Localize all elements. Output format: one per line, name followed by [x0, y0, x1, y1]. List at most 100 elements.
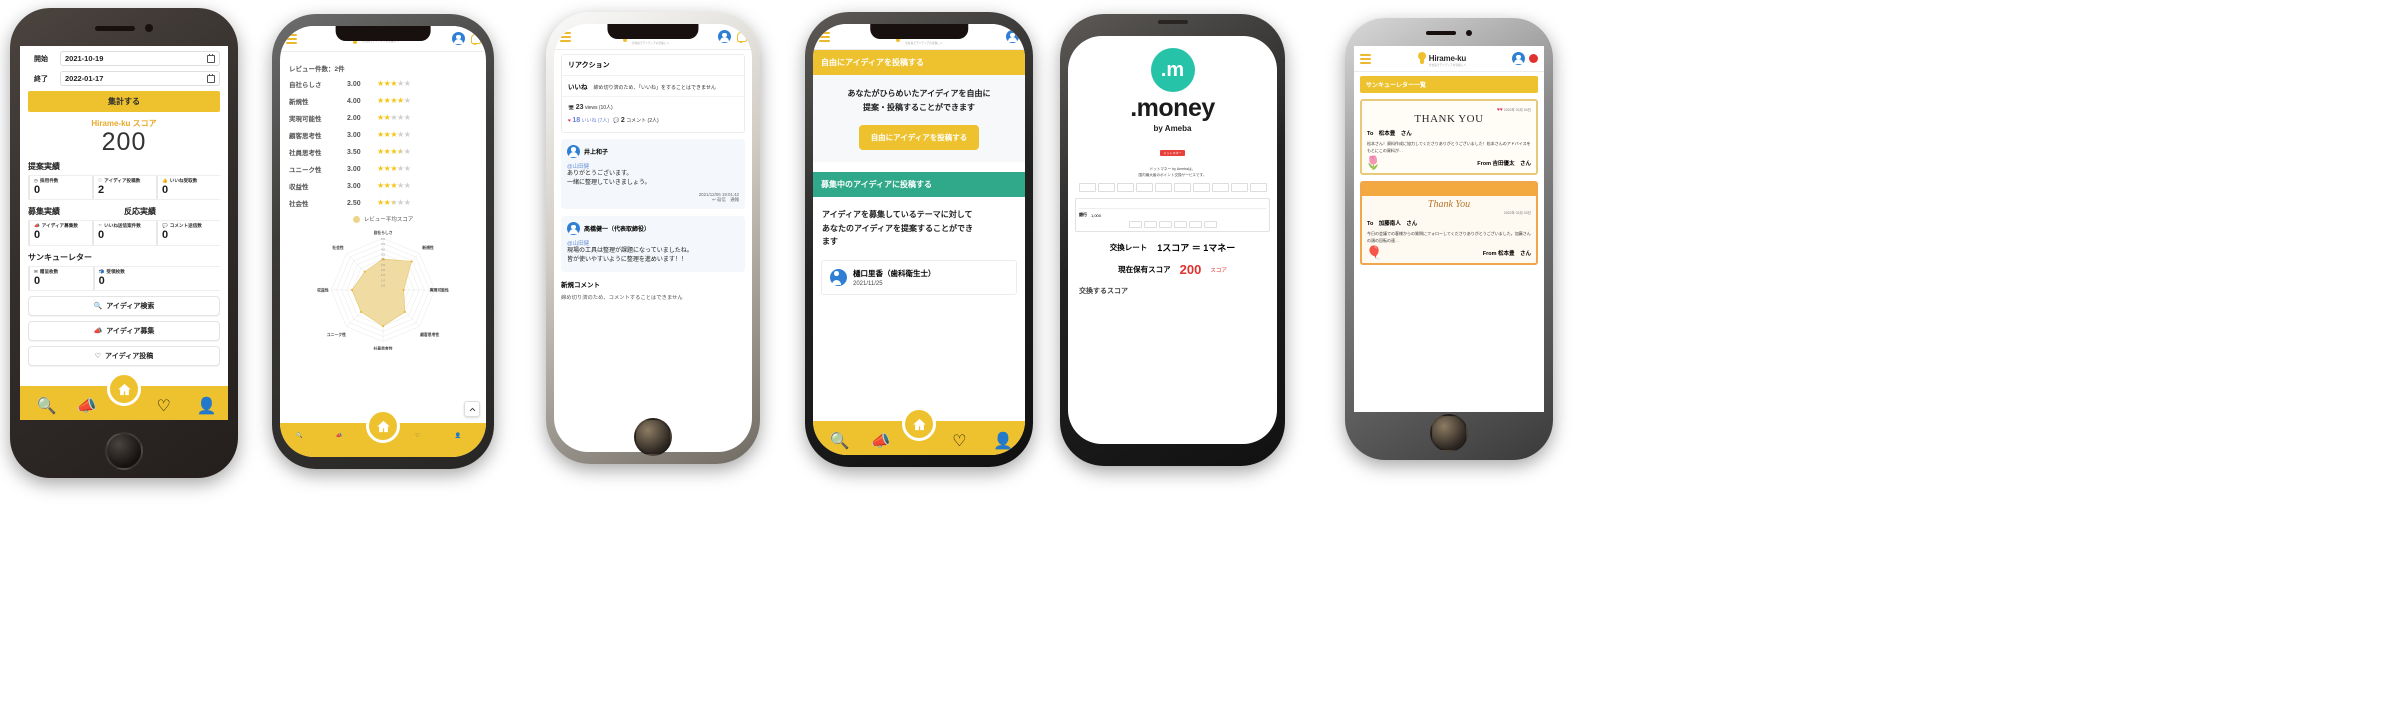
phone-1: 開始 2021-10-19 終了 2022-01-17 集計する Hirame-…: [10, 8, 238, 478]
calendar-icon[interactable]: [207, 73, 215, 83]
reply-icon[interactable]: ↩: [712, 197, 716, 202]
notification-badge-icon[interactable]: [1529, 54, 1538, 63]
ribbon-decoration: [1362, 183, 1536, 196]
like-row: いいね 締め切り済のため、「いいね」をすることはできません: [562, 76, 744, 97]
stat-cell: ☜ いいね送信案件数 0: [92, 221, 156, 245]
nav-search-icon[interactable]: 🔍: [296, 433, 311, 448]
exchange-rate-value: 1スコア ＝ 1マネー: [1157, 243, 1236, 254]
nav-person-icon[interactable]: 👤: [455, 433, 470, 448]
bell-icon[interactable]: [735, 31, 747, 43]
account-icon[interactable]: [1006, 30, 1019, 43]
menu-icon[interactable]: [560, 31, 571, 42]
post-idea-button[interactable]: ♡ アイディア投稿: [28, 345, 220, 366]
stat-label: いいね受取数: [169, 178, 198, 184]
partner-logo: [1173, 221, 1187, 229]
account-icon[interactable]: [1512, 52, 1525, 65]
menu-icon[interactable]: [819, 31, 830, 42]
review-name: 新規性: [289, 99, 309, 106]
menu-icon[interactable]: [286, 33, 297, 44]
nav-megaphone-icon[interactable]: 📣: [871, 431, 891, 450]
nav-person-icon[interactable]: 👤: [197, 396, 217, 415]
svg-text:2.5: 2.5: [381, 263, 385, 267]
brand-logo[interactable]: Hirame-ku 全社員でアイディアの宝探しへ: [1417, 49, 1466, 68]
phone-home-button[interactable]: [105, 432, 143, 470]
star-rating: ★ ★ ★ ★ ★: [377, 96, 411, 105]
start-date-input[interactable]: 2021-10-19: [60, 51, 220, 66]
comment-item: 髙橋健一（代表取締役） @山田健 現場の工具は整理が課題になっていましたね。 皆…: [561, 216, 745, 272]
comment-mention[interactable]: @山田健: [567, 239, 739, 247]
svg-text:ユニーク性: ユニーク性: [327, 332, 346, 337]
end-date-input[interactable]: 2022-01-17: [60, 71, 220, 86]
exchange-rate-row: 交換レート 1スコア ＝ 1マネー: [1075, 241, 1270, 254]
stat-cell: 👍 いいね受取数 0: [156, 176, 220, 200]
phone-home-button[interactable]: [634, 418, 672, 456]
heart-icon[interactable]: ♥: [568, 118, 571, 124]
review-row: 社会性 2.50 ★ ★ ★ ★ ★: [289, 198, 477, 209]
svg-text:1.0: 1.0: [381, 278, 385, 282]
views-icon: 🖥: [568, 105, 575, 111]
svg-text:社員思考性: 社員思考性: [372, 346, 392, 350]
phone-mockup-row: 開始 2021-10-19 終了 2022-01-17 集計する Hirame-…: [0, 0, 2401, 708]
nav-megaphone-icon[interactable]: 📣: [336, 433, 351, 448]
nav-home-button[interactable]: [366, 409, 400, 443]
reaction-title: リアクション: [562, 55, 744, 76]
svg-text:収益性: 収益性: [317, 288, 329, 293]
phone-home-button[interactable]: [1430, 414, 1468, 452]
review-row: 社員思考性 3.50 ★ ★ ★ ★ ★: [289, 147, 477, 158]
search-idea-button[interactable]: 🔍 アイディア検索: [28, 295, 220, 316]
recruit-section-title: 募集実績: [28, 207, 60, 217]
comment-actions[interactable]: ↩ 返信 通報: [567, 197, 739, 203]
dual-titles: 募集実績 反応実績: [28, 200, 220, 220]
dotmoney-note: ドットマネー by Amebaは、 国内最大級のポイント交換サービスです。: [1138, 167, 1207, 178]
menu-icon[interactable]: [1360, 53, 1371, 64]
mailbox-icon: 📬: [98, 268, 105, 274]
heart-icon: ♥♥: [1496, 107, 1503, 113]
free-post-cta-button[interactable]: 自由にアイディアを投稿する: [858, 125, 980, 151]
reaction-section-title: 反応実績: [124, 207, 156, 217]
scroll-to-top-button[interactable]: [464, 401, 480, 417]
letter-to: To 加藤南人 さん: [1367, 221, 1418, 227]
bank-box-header: [1079, 202, 1266, 210]
account-icon[interactable]: [718, 30, 731, 43]
bell-icon[interactable]: [469, 33, 481, 45]
recruit-user-card[interactable]: 樋口里香（歯科衛生士） 2021/11/25: [821, 259, 1017, 295]
letter-card[interactable]: Thank You 2022年 02月 03日 To 加藤南人 さん 今日の会議…: [1360, 181, 1538, 265]
account-icon[interactable]: [452, 32, 465, 45]
calendar-icon[interactable]: [207, 53, 215, 63]
phone-6: Hirame-ku 全社員でアイディアの宝探しへ サンキューレター一覧 ♥♥ 2…: [1345, 18, 1553, 460]
nav-search-icon[interactable]: 🔍: [37, 396, 57, 415]
review-row: ユニーク性 3.00 ★ ★ ★ ★ ★: [289, 164, 477, 175]
letter-from: From 吉田優太 さん: [1477, 161, 1531, 167]
star-rating: ★ ★ ★ ★ ★: [377, 113, 411, 122]
comment-action-labels[interactable]: 返信 通報: [717, 197, 739, 202]
end-date-row: 終了 2022-01-17: [28, 71, 220, 86]
nav-person-icon[interactable]: 👤: [993, 431, 1013, 450]
phone-notch: [335, 26, 431, 41]
nav-search-icon[interactable]: 🔍: [830, 431, 850, 450]
nav-bulb-icon[interactable]: ♡: [415, 433, 430, 448]
bank-amount: 1,000: [1091, 212, 1102, 218]
holdings-unit: スコア: [1210, 267, 1227, 274]
nav-bulb-icon[interactable]: ♡: [157, 396, 172, 415]
megaphone-icon: 📣: [93, 327, 103, 335]
balloon-icon: 🎈: [1366, 245, 1383, 260]
stat-cell-spacer: [157, 267, 220, 290]
review-row: 新規性 4.00 ★ ★ ★ ★ ★: [289, 96, 477, 107]
dual-stats: 📣 アイディア募集数 0 ☜ いいね送信案件数 0 💬 コメント送信数 0: [28, 220, 220, 246]
start-date-row: 開始 2021-10-19: [28, 51, 220, 66]
recruit-idea-button[interactable]: 📣 アイディア募集: [28, 320, 220, 341]
nav-home-button[interactable]: [107, 372, 141, 406]
letter-card[interactable]: ♥♥ 2022年 02月 04日 THANK YOU To 松本豊 さん 松本さ…: [1360, 99, 1538, 175]
letter-from: From 松本豊 さん: [1482, 251, 1531, 257]
comment-mention[interactable]: @山田健: [567, 162, 739, 170]
nav-home-button[interactable]: [902, 407, 936, 441]
recruit-description: アイディアを募集しているテーマに対して あなたのアイディアを提案することができ …: [822, 210, 974, 247]
radar-tick-labels: 5.04.54.0 3.53.02.5 2.01.51.0 0.5: [381, 237, 385, 288]
partner-logo: [1249, 183, 1267, 193]
aggregate-button[interactable]: 集計する: [28, 91, 220, 112]
nav-bulb-icon[interactable]: ♡: [952, 431, 967, 450]
partner-logo-grid: [1075, 183, 1270, 193]
nav-megaphone-icon[interactable]: 📣: [77, 396, 97, 415]
bank-label: 銀行: [1079, 212, 1087, 218]
stat-cell: ✉ 贈呈枚数 0: [28, 266, 93, 290]
